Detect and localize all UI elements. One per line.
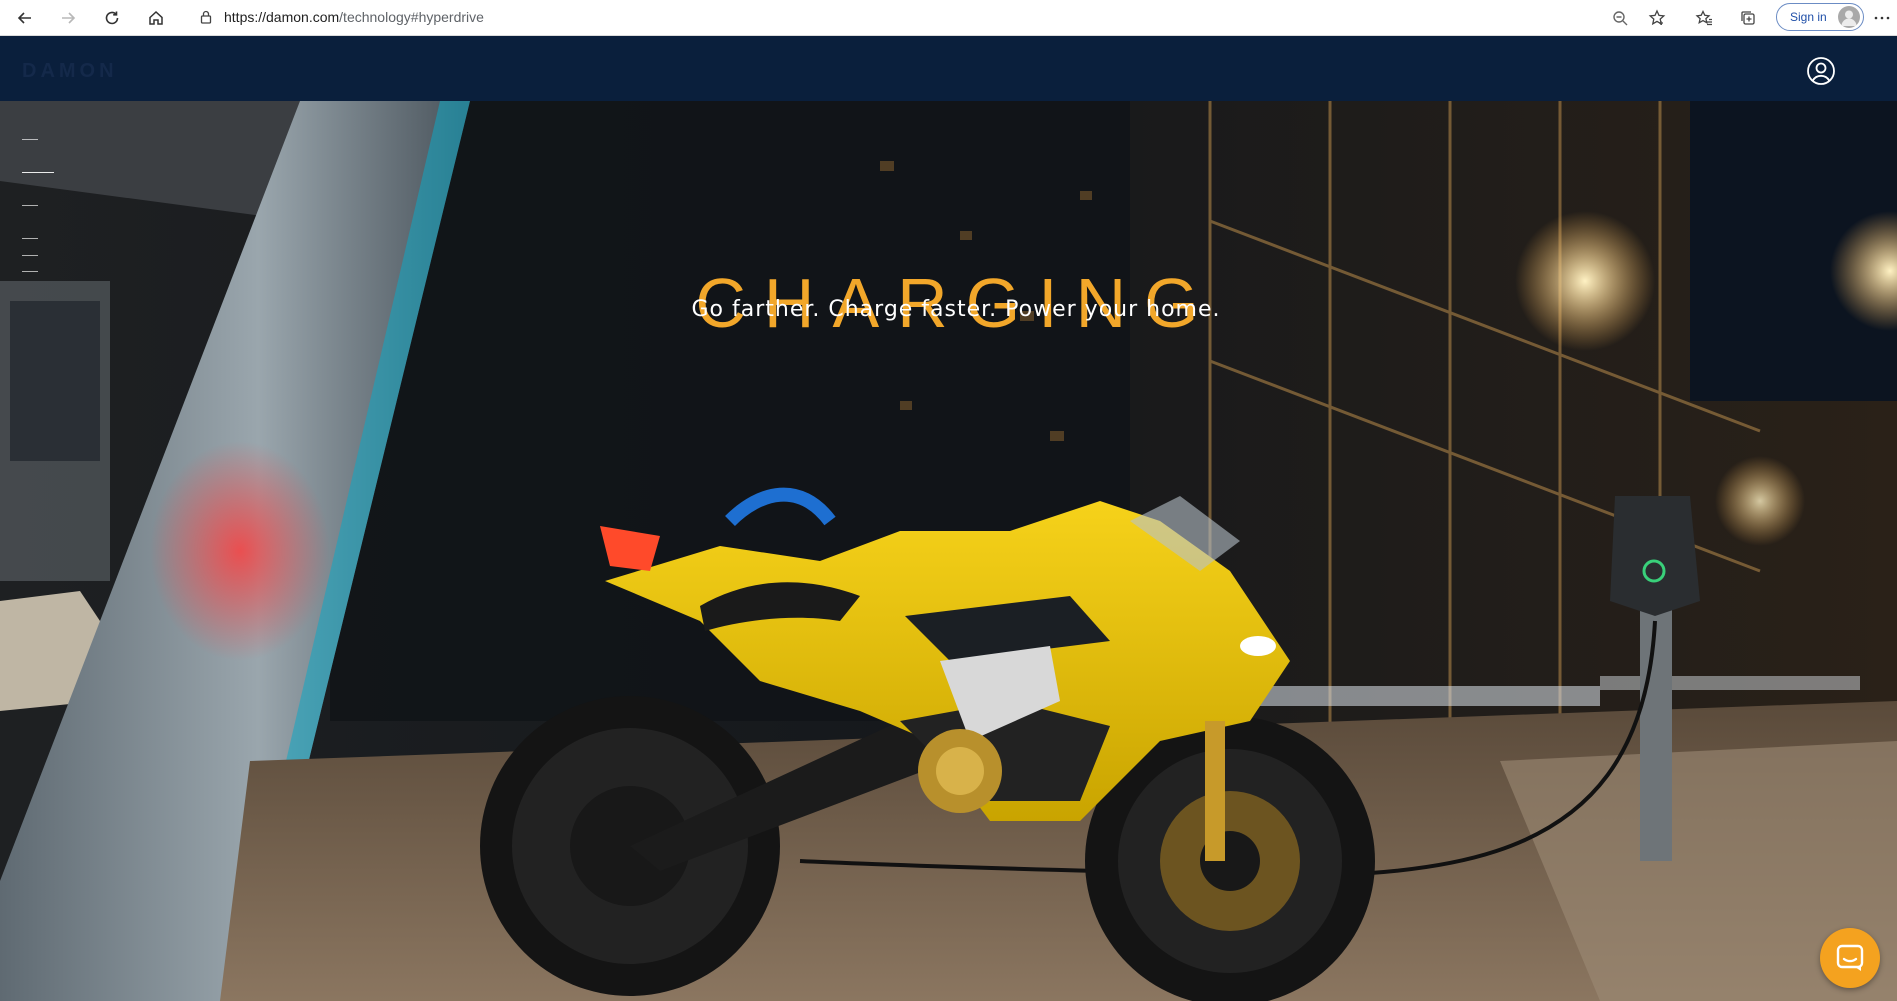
- address-bar[interactable]: https://damon.com/technology#hyperdrive: [186, 2, 1652, 32]
- sign-in-label: Sign in: [1790, 10, 1827, 24]
- more-button[interactable]: [1868, 4, 1896, 32]
- favorites-icon: [1695, 9, 1712, 26]
- zoom-button[interactable]: [1606, 4, 1634, 32]
- hero-background-image: [0, 101, 1897, 1001]
- browser-toolbar: https://damon.com/technology#hyperdrive …: [0, 0, 1897, 36]
- collections-button[interactable]: [1734, 4, 1762, 32]
- url-text: https://damon.com/technology#hyperdrive: [224, 9, 484, 25]
- reload-icon: [105, 11, 119, 25]
- url-path: /technology#hyperdrive: [339, 9, 484, 25]
- add-favorite-button[interactable]: [1643, 4, 1671, 32]
- collections-icon: [1741, 11, 1755, 25]
- back-arrow-icon: [17, 12, 31, 24]
- site-header: DAMON: [0, 36, 1897, 101]
- chat-bubble-icon: [1836, 944, 1864, 971]
- forward-arrow-icon: [62, 12, 76, 24]
- user-circle-icon[interactable]: [1806, 56, 1836, 86]
- home-icon: [149, 10, 163, 25]
- side-nav-dash-5[interactable]: [22, 255, 38, 256]
- side-nav-dash-3[interactable]: [22, 205, 38, 206]
- favorites-button[interactable]: [1690, 4, 1718, 32]
- forward-button[interactable]: [53, 3, 83, 33]
- side-nav-dash-2-active[interactable]: [22, 172, 54, 173]
- profile-avatar-icon: [1838, 6, 1860, 28]
- more-icon: [1874, 16, 1890, 20]
- side-nav-dash-1[interactable]: [22, 139, 38, 140]
- zoom-out-icon: [1613, 11, 1628, 26]
- reload-button[interactable]: [97, 3, 127, 33]
- hero-section: CHARGING Go farther. Charge faster. Powe…: [0, 101, 1897, 1001]
- add-favorite-icon: [1648, 9, 1666, 26]
- hero-subtitle: Go farther. Charge faster. Power your ho…: [691, 297, 1221, 322]
- side-nav-dash-4[interactable]: [22, 238, 38, 239]
- damon-logo[interactable]: DAMON: [22, 60, 118, 83]
- url-host: https://damon.com: [224, 9, 340, 25]
- sign-in-button[interactable]: Sign in: [1776, 3, 1864, 31]
- home-button[interactable]: [141, 3, 171, 33]
- lock-icon: [200, 10, 212, 24]
- back-button[interactable]: [10, 3, 40, 33]
- chat-launcher-button[interactable]: [1820, 928, 1880, 988]
